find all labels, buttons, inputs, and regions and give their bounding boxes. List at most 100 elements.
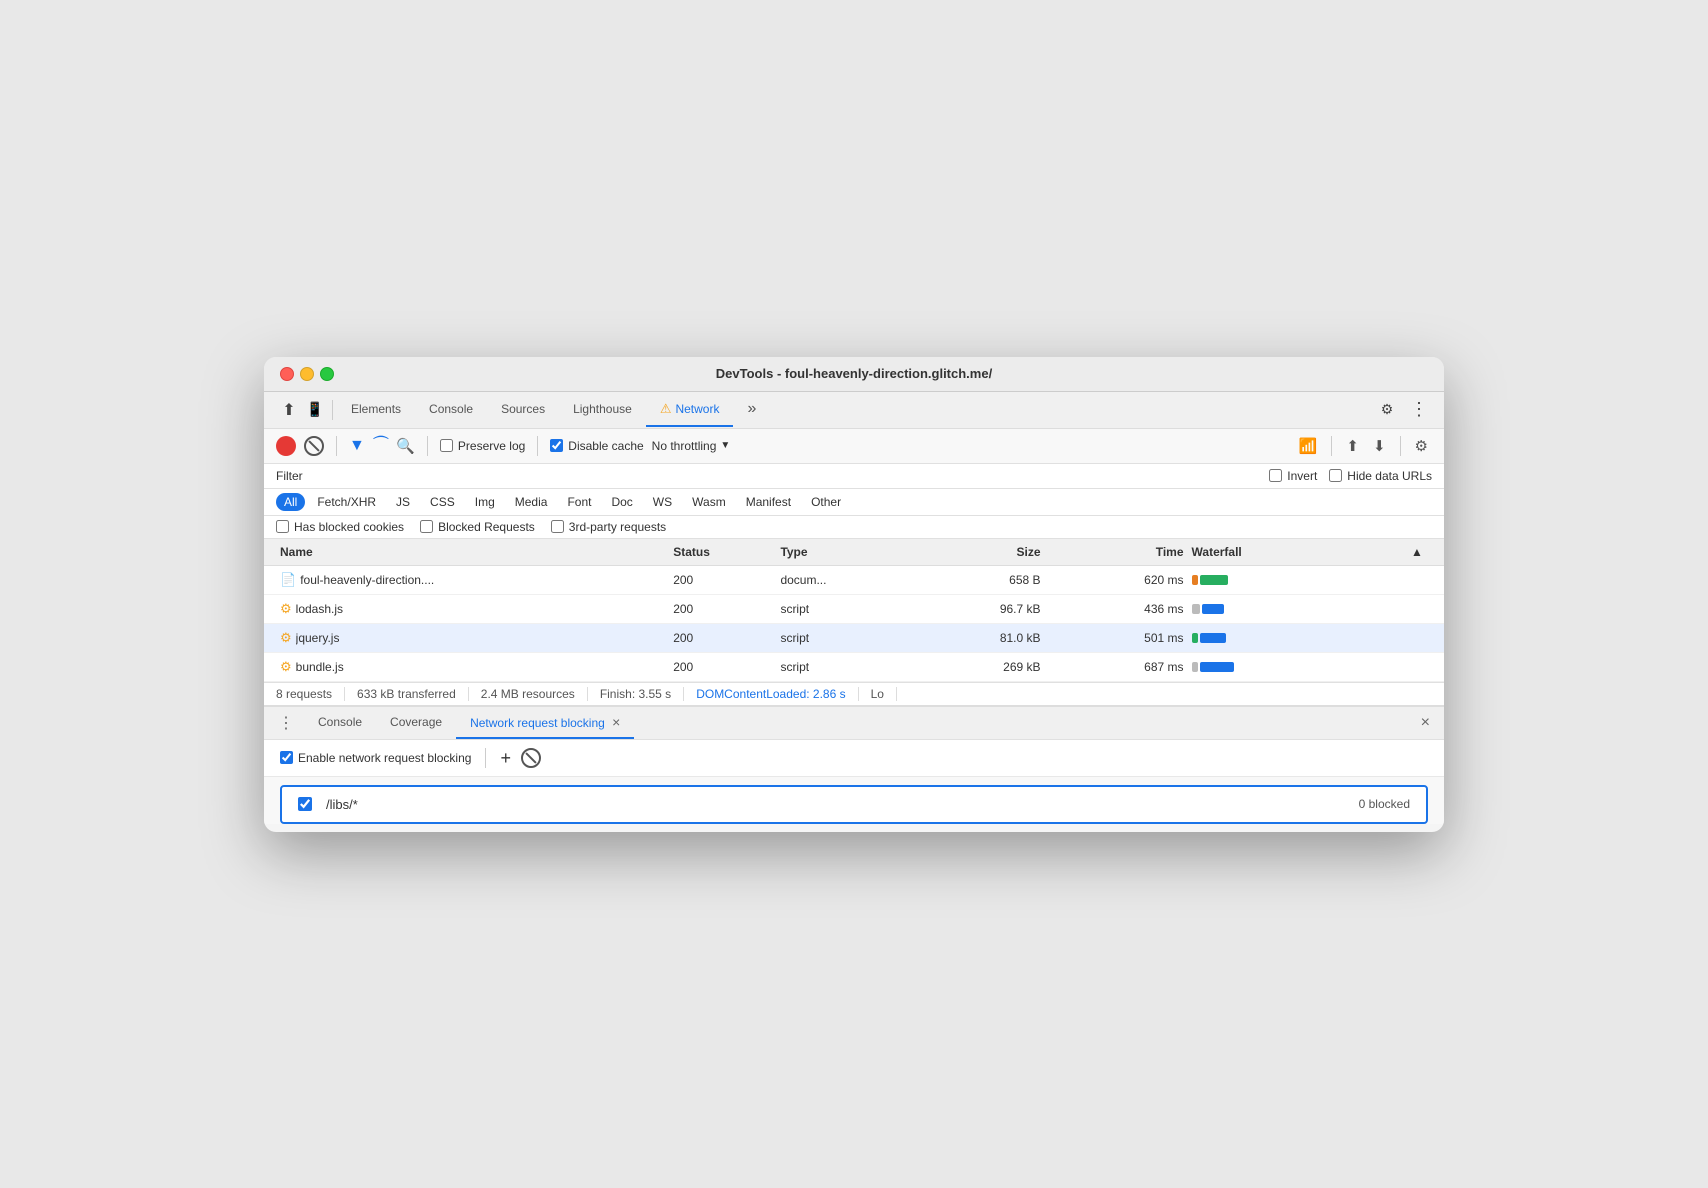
row4-status: 200 <box>669 658 776 676</box>
row4-waterfall <box>1188 659 1402 675</box>
row2-name-cell: ⚙ lodash.js <box>276 599 669 619</box>
blocked-requests-label[interactable]: Blocked Requests <box>420 520 535 534</box>
preserve-log-checkbox[interactable] <box>440 439 453 452</box>
row1-type: docum... <box>776 571 901 589</box>
blocking-rule-item[interactable]: /libs/* 0 blocked <box>280 785 1428 824</box>
wifi-icon[interactable]: 📶 <box>1295 435 1322 457</box>
tab-console[interactable]: Console <box>415 394 487 426</box>
type-btn-manifest[interactable]: Manifest <box>738 493 799 511</box>
filter-input[interactable] <box>321 469 521 483</box>
device-icon[interactable]: 📱 <box>302 397 328 423</box>
wf-bar <box>1192 633 1198 643</box>
status-transferred: 633 kB transferred <box>345 687 469 701</box>
throttle-select[interactable]: No throttling ▼ <box>652 439 731 453</box>
col-header-type[interactable]: Type <box>776 543 901 561</box>
row2-status: 200 <box>669 600 776 618</box>
col-header-time[interactable]: Time <box>1045 543 1188 561</box>
blocked-requests-checkbox[interactable] <box>420 520 433 533</box>
type-btn-other[interactable]: Other <box>803 493 849 511</box>
bottom-tab-console[interactable]: Console <box>304 708 376 738</box>
table-row[interactable]: 📄 foul-heavenly-direction.... 200 docum.… <box>264 566 1444 595</box>
settings-icon[interactable]: ⚙ <box>1374 397 1400 423</box>
status-finish: Finish: 3.55 s <box>588 687 684 701</box>
search-icon[interactable]: 🔍 <box>396 437 415 455</box>
wf-bar <box>1200 575 1228 585</box>
row2-type: script <box>776 600 901 618</box>
clear-button[interactable] <box>304 436 324 456</box>
cursor-icon[interactable]: ⬆ <box>276 397 302 423</box>
enable-blocking-label[interactable]: Enable network request blocking <box>280 751 471 765</box>
row1-name-cell: 📄 foul-heavenly-direction.... <box>276 570 669 590</box>
extra-filters: Has blocked cookies Blocked Requests 3rd… <box>264 516 1444 539</box>
blocking-rule-checkbox[interactable] <box>298 797 312 811</box>
type-btn-wasm[interactable]: Wasm <box>684 493 734 511</box>
table-row[interactable]: ⚙ bundle.js 200 script 269 kB 687 ms <box>264 653 1444 682</box>
status-requests: 8 requests <box>276 687 345 701</box>
download-icon[interactable]: ⬇ <box>1369 435 1390 457</box>
hide-data-urls-checkbox[interactable] <box>1329 469 1342 482</box>
tab-lighthouse[interactable]: Lighthouse <box>559 394 646 426</box>
third-party-checkbox[interactable] <box>551 520 564 533</box>
close-button[interactable] <box>280 367 294 381</box>
table-row[interactable]: ⚙ lodash.js 200 script 96.7 kB 436 ms <box>264 595 1444 624</box>
type-btn-css[interactable]: CSS <box>422 493 463 511</box>
type-btn-font[interactable]: Font <box>559 493 599 511</box>
col-header-sort[interactable]: ▲ <box>1402 543 1432 561</box>
type-btn-fetch-xhr[interactable]: Fetch/XHR <box>309 493 384 511</box>
network-settings-icon[interactable]: ⚙ <box>1411 435 1432 457</box>
bottom-tab-network-blocking[interactable]: Network request blocking × <box>456 707 634 739</box>
blocked-cookies-checkbox[interactable] <box>276 520 289 533</box>
add-pattern-button[interactable]: + <box>500 749 511 767</box>
row3-time: 501 ms <box>1045 629 1188 647</box>
traffic-lights <box>280 367 334 381</box>
tab-network[interactable]: ⚠ Network <box>646 393 734 427</box>
disable-cache-checkbox[interactable] <box>550 439 563 452</box>
type-btn-img[interactable]: Img <box>467 493 503 511</box>
main-tab-bar: ⬆ 📱 Elements Console Sources Lighthouse … <box>264 392 1444 429</box>
more-icon[interactable]: ⋮ <box>1406 397 1432 423</box>
status-dom-content-loaded: DOMContentLoaded: 2.86 s <box>684 687 858 701</box>
type-btn-ws[interactable]: WS <box>645 493 680 511</box>
status-load: Lo <box>859 687 897 701</box>
tab-sources[interactable]: Sources <box>487 394 559 426</box>
invert-checkbox[interactable] <box>1269 469 1282 482</box>
row2-size: 96.7 kB <box>902 600 1045 618</box>
bottom-panel-close-button[interactable]: × <box>1415 710 1436 736</box>
record-button[interactable] <box>276 436 296 456</box>
table-row[interactable]: ⚙ jquery.js 200 script 81.0 kB 501 ms <box>264 624 1444 653</box>
minimize-button[interactable] <box>300 367 314 381</box>
bottom-tab-coverage[interactable]: Coverage <box>376 708 456 738</box>
bottom-tab-close-icon[interactable]: × <box>612 714 620 730</box>
filter-icon[interactable]: ▼ <box>349 437 365 455</box>
row4-time: 687 ms <box>1045 658 1188 676</box>
toolbar-sep-1 <box>336 436 337 456</box>
status-resources: 2.4 MB resources <box>469 687 588 701</box>
blocked-cookies-label[interactable]: Has blocked cookies <box>276 520 404 534</box>
hide-data-urls-label[interactable]: Hide data URLs <box>1329 469 1432 483</box>
type-btn-all[interactable]: All <box>276 493 305 511</box>
upload-icon[interactable]: ⬆ <box>1342 435 1363 457</box>
col-header-waterfall[interactable]: Waterfall <box>1188 543 1402 561</box>
disable-cache-label[interactable]: Disable cache <box>550 439 643 453</box>
row1-status: 200 <box>669 571 776 589</box>
bottom-menu-icon[interactable]: ⋮ <box>272 709 300 737</box>
tab-elements[interactable]: Elements <box>337 394 415 426</box>
col-header-name[interactable]: Name <box>276 543 669 561</box>
type-btn-media[interactable]: Media <box>507 493 556 511</box>
invert-label[interactable]: Invert <box>1269 469 1317 483</box>
maximize-button[interactable] <box>320 367 334 381</box>
third-party-label[interactable]: 3rd-party requests <box>551 520 666 534</box>
type-btn-doc[interactable]: Doc <box>603 493 640 511</box>
preserve-log-label[interactable]: Preserve log <box>440 439 525 453</box>
type-btn-js[interactable]: JS <box>388 493 418 511</box>
clear-patterns-button[interactable] <box>521 748 541 768</box>
enable-blocking-checkbox[interactable] <box>280 751 293 764</box>
filter-funnel-icon[interactable]: ⏜ <box>373 437 388 455</box>
toolbar-right: 📶 ⬆ ⬇ ⚙ <box>1295 435 1432 457</box>
row2-time: 436 ms <box>1045 600 1188 618</box>
row1-waterfall <box>1188 572 1402 588</box>
col-header-status[interactable]: Status <box>669 543 776 561</box>
row1-time: 620 ms <box>1045 571 1188 589</box>
col-header-size[interactable]: Size <box>902 543 1045 561</box>
tab-more[interactable]: » <box>733 392 770 428</box>
